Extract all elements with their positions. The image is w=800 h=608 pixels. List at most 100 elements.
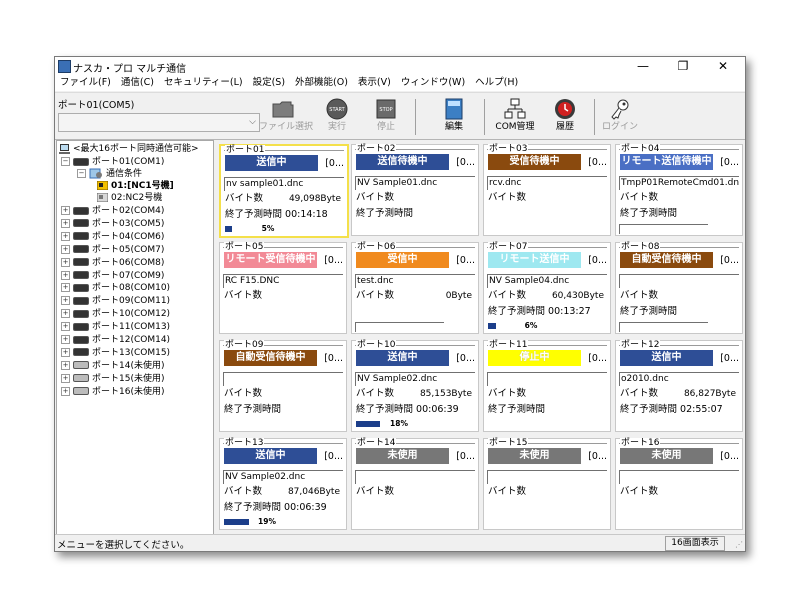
tree-item-cond2[interactable]: 02:NC2号機: [97, 192, 162, 204]
expand-icon[interactable]: +: [61, 322, 70, 332]
tree-item-port[interactable]: + ポート16(未使用): [61, 386, 164, 398]
expand-icon[interactable]: +: [61, 309, 70, 319]
port-card[interactable]: ポート09 自動受信待機中 [0... バイト数 終了予測時間: [219, 340, 347, 432]
port-card[interactable]: ポート06 受信中 [0... test.dnc バイト数 0Byte: [351, 242, 479, 334]
menu-file[interactable]: ファイル(F): [55, 75, 116, 91]
com-manage-button[interactable]: COM管理: [491, 97, 539, 137]
tree-root[interactable]: <最大16ポート同時通信可能>: [59, 143, 199, 155]
tree-item-port[interactable]: + ポート02(COM4): [61, 205, 164, 217]
details-button[interactable]: [0...: [588, 255, 607, 266]
menu-view[interactable]: 表示(V): [353, 75, 396, 91]
port-card[interactable]: ポート13 送信中 [0... NV Sample02.dnc バイト数 87,046By…: [219, 438, 347, 530]
menu-settings[interactable]: 設定(S): [248, 75, 290, 91]
tree-item-port[interactable]: + ポート05(COM7): [61, 244, 164, 256]
expand-icon[interactable]: +: [61, 283, 70, 293]
byte-count-value: 87,046Byte: [287, 487, 340, 497]
tree-item-port[interactable]: + ポート13(COM15): [61, 347, 170, 359]
tree-item-port01[interactable]: − ポート01(COM1): [61, 156, 164, 168]
menu-external[interactable]: 外部機能(O): [290, 75, 353, 91]
port-card[interactable]: ポート07 リモート送信中 [0... NV Sample04.dnc バイト数 60,4…: [483, 242, 611, 334]
expand-icon[interactable]: +: [61, 270, 70, 280]
port-card[interactable]: ポート10 送信中 [0... NV Sample02.dnc バイト数 85,153By…: [351, 340, 479, 432]
details-button[interactable]: [0...: [324, 353, 343, 364]
port-card[interactable]: ポート04 リモート送信待機中 [0... TmpP01RemoteCmd01.dnc…: [615, 144, 743, 236]
port-card[interactable]: ポート14 未使用 [0... バイト数: [351, 438, 479, 530]
tree-item-port[interactable]: + ポート06(COM8): [61, 257, 164, 269]
details-button[interactable]: [0...: [720, 353, 739, 364]
progress-bar: 5%: [224, 224, 312, 234]
collapse-icon[interactable]: −: [61, 157, 70, 166]
settings-folder-icon: [89, 168, 102, 179]
port-card[interactable]: ポート11 停止中 [0... バイト数 終了予測時間: [483, 340, 611, 432]
expand-icon[interactable]: +: [61, 231, 70, 241]
expand-icon[interactable]: +: [61, 386, 70, 396]
start-button[interactable]: START 実行: [313, 97, 361, 137]
tree-item-port[interactable]: + ポート04(COM6): [61, 231, 164, 243]
port-card[interactable]: ポート02 送信待機中 [0... NV Sample01.dnc バイト数 終了予測時間: [351, 144, 479, 236]
eta-row: 終了予測時間 00:06:39: [356, 404, 474, 416]
tree-item-port[interactable]: + ポート09(COM11): [61, 295, 170, 307]
details-button[interactable]: [0...: [324, 451, 343, 462]
expand-icon[interactable]: +: [61, 373, 70, 383]
port-tree[interactable]: <最大16ポート同時通信可能> − ポート01(COM1) − 通信条件 01:[N…: [56, 140, 214, 537]
stop-button[interactable]: STOP 停止: [362, 97, 410, 137]
folder-icon: [272, 101, 294, 118]
tree-item-cond1[interactable]: 01:[NC1号機]: [97, 180, 174, 192]
details-button[interactable]: [0...: [456, 157, 475, 168]
tree-item-port[interactable]: + ポート10(COM12): [61, 308, 170, 320]
expand-icon[interactable]: +: [61, 335, 70, 344]
details-button[interactable]: [0...: [720, 157, 739, 168]
tree-item-port[interactable]: + ポート11(COM13): [61, 321, 170, 333]
expand-icon[interactable]: +: [61, 244, 70, 254]
close-button[interactable]: ✕: [703, 57, 743, 75]
port-card[interactable]: ポート05 リモート受信待機中 [0... RC F15.DNC バイト数: [219, 242, 347, 334]
file-select-button[interactable]: ファイル選択: [259, 97, 313, 137]
maximize-button[interactable]: ❐: [663, 57, 703, 75]
details-button[interactable]: [0...: [720, 451, 739, 462]
details-button[interactable]: [0...: [456, 255, 475, 266]
eta-label: 終了予測時間: [620, 208, 678, 219]
details-button[interactable]: [0...: [324, 255, 343, 266]
edit-button[interactable]: 編集: [430, 97, 478, 137]
collapse-icon[interactable]: −: [77, 169, 86, 178]
port-card[interactable]: ポート12 送信中 [0... o2010.dnc バイト数 86,827Byte 終了予測…: [615, 340, 743, 432]
tree-item-port[interactable]: + ポート03(COM5): [61, 218, 164, 230]
details-button[interactable]: [0...: [456, 353, 475, 364]
port-icon: [73, 283, 89, 292]
port-combo[interactable]: ⌵: [58, 113, 260, 132]
details-button[interactable]: [0...: [720, 255, 739, 266]
file-name-field: rcv.dnc: [487, 176, 607, 190]
expand-icon[interactable]: +: [61, 296, 70, 306]
tree-item-port[interactable]: + ポート14(未使用): [61, 360, 164, 372]
minimize-button[interactable]: —: [623, 57, 663, 75]
menu-window[interactable]: ウィンドウ(W): [396, 75, 470, 91]
expand-icon[interactable]: +: [61, 257, 70, 267]
file-name-field: [619, 274, 739, 288]
tree-item-conditions[interactable]: − 通信条件: [77, 168, 142, 180]
login-button[interactable]: ログイン: [596, 97, 644, 137]
tree-item-port[interactable]: + ポート15(未使用): [61, 373, 164, 385]
tree-item-port[interactable]: + ポート12(COM14): [61, 334, 170, 346]
expand-icon[interactable]: +: [61, 206, 70, 215]
details-button[interactable]: [0...: [588, 451, 607, 462]
port-card[interactable]: ポート08 自動受信待機中 [0... バイト数 終了予測時間: [615, 242, 743, 334]
details-button[interactable]: [0...: [325, 158, 344, 169]
tree-item-port[interactable]: + ポート08(COM10): [61, 282, 170, 294]
expand-icon[interactable]: +: [61, 360, 70, 370]
port-card[interactable]: ポート15 未使用 [0... バイト数: [483, 438, 611, 530]
tree-item-port[interactable]: + ポート07(COM9): [61, 270, 164, 282]
port-name: ポート11: [488, 340, 529, 350]
details-button[interactable]: [0...: [588, 157, 607, 168]
menu-help[interactable]: ヘルプ(H): [470, 75, 523, 91]
expand-icon[interactable]: +: [61, 218, 70, 228]
expand-icon[interactable]: +: [61, 347, 70, 357]
resize-grip-icon[interactable]: ⋰: [735, 540, 743, 549]
history-button[interactable]: 履歴: [541, 97, 589, 137]
port-card[interactable]: ポート16 未使用 [0... バイト数: [615, 438, 743, 530]
port-card[interactable]: ポート03 受信待機中 [0... rcv.dnc バイト数: [483, 144, 611, 236]
details-button[interactable]: [0...: [588, 353, 607, 364]
details-button[interactable]: [0...: [456, 451, 475, 462]
menu-security[interactable]: セキュリティー(L): [159, 75, 248, 91]
port-card[interactable]: ポート01 送信中 [0... nv sample01.dnc バイト数 49,098By…: [219, 144, 349, 238]
menu-communication[interactable]: 通信(C): [116, 75, 159, 91]
